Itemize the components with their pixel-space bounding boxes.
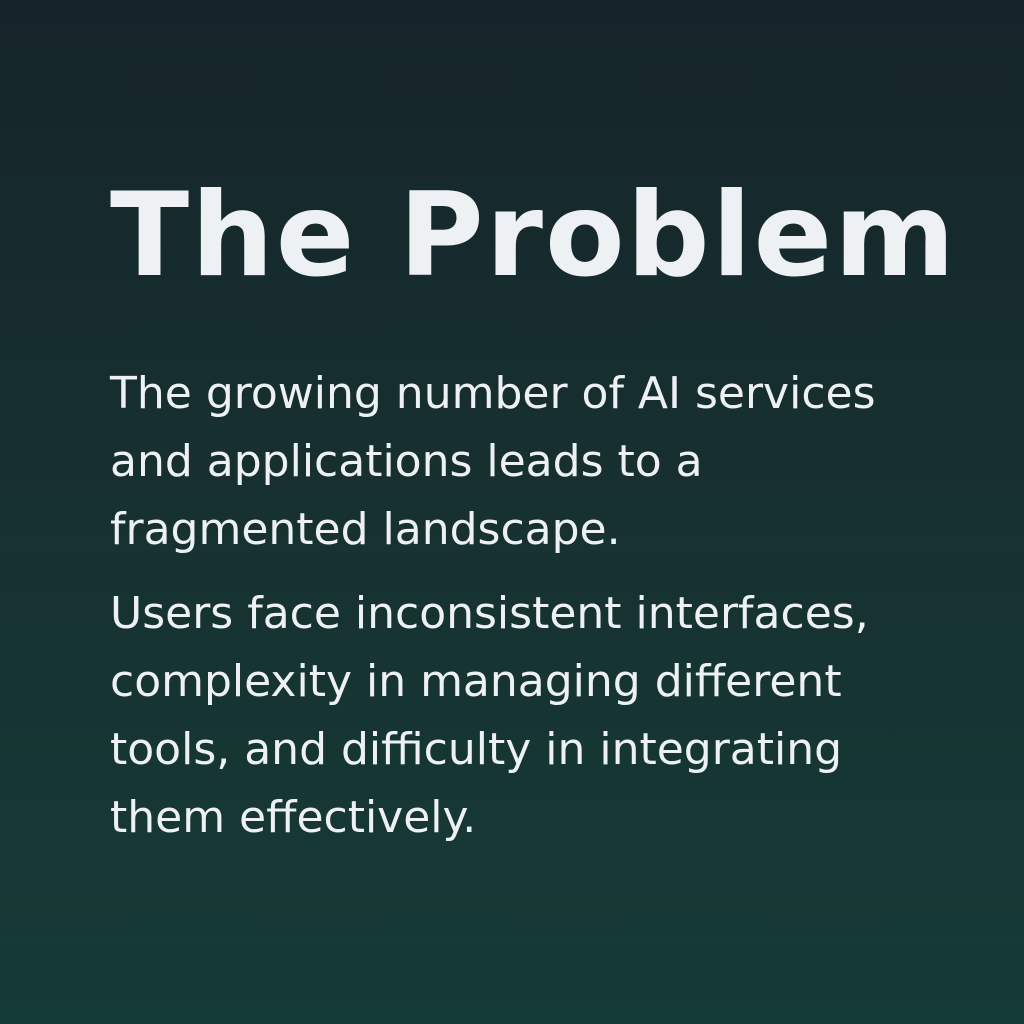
problem-paragraph-1: The growing number of AI services and ap… xyxy=(110,368,876,555)
slide: The Problem The growing number of AI ser… xyxy=(0,0,1024,1024)
problem-paragraph-2: Users face inconsistent interfaces, comp… xyxy=(110,588,869,843)
slide-body: The growing number of AI services and ap… xyxy=(110,360,970,852)
slide-title: The Problem xyxy=(110,168,958,303)
